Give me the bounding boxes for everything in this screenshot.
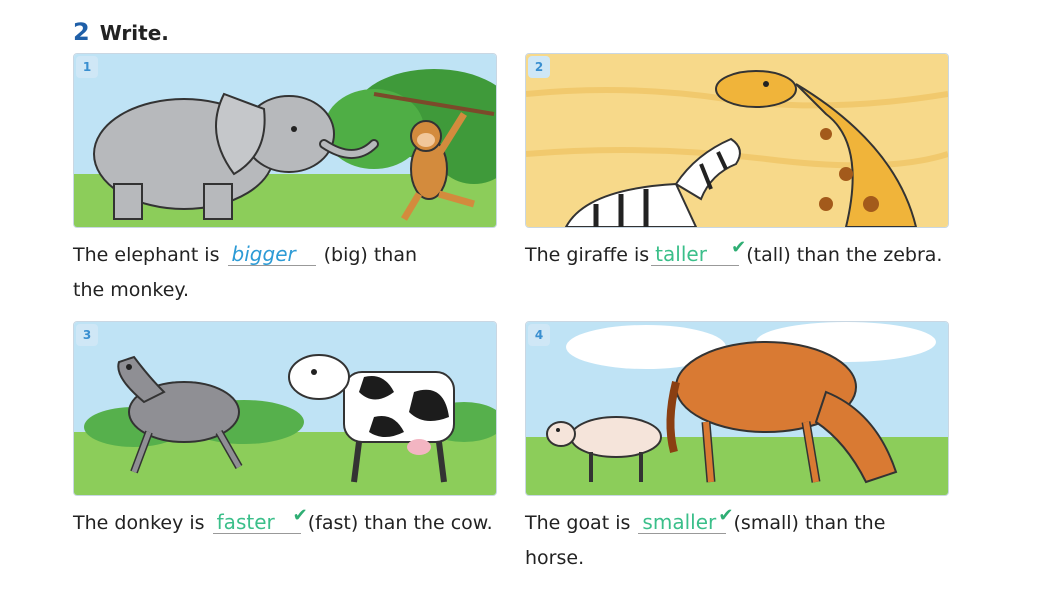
sentence-4: The goat is smaller ✔(small) than the hor… xyxy=(525,505,949,576)
illustration-donkey-cow: 3 xyxy=(73,321,497,496)
sentence-text-before: The donkey is xyxy=(73,512,205,534)
answer-blank-2[interactable]: taller xyxy=(651,243,740,266)
answer-blank-3[interactable]: faster xyxy=(212,511,301,534)
illustration-giraffe-zebra: 2 xyxy=(525,53,949,228)
panel-number-badge: 1 xyxy=(76,56,98,78)
panel-number-badge: 3 xyxy=(76,324,98,346)
sentence-2: The giraffe is taller ✔(tall) than the zeb… xyxy=(525,237,949,273)
exercise-number: 2 xyxy=(73,18,90,46)
exercise-2: 2 The giraffe is taller ✔(tall) than the z… xyxy=(525,53,949,273)
sentence-1: The elephant is bigger (big) than the mo… xyxy=(73,238,497,308)
panel-number-badge: 2 xyxy=(528,56,550,78)
sentence-text-before: The elephant is xyxy=(73,244,220,266)
sentence-text-line2: the monkey. xyxy=(73,279,189,301)
exercise-4: 4 The goat is smaller ✔(small) than the h… xyxy=(525,321,949,576)
check-icon: ✔ xyxy=(292,505,308,526)
sentence-text-before: The giraffe is xyxy=(525,244,650,266)
exercise-title: Write. xyxy=(99,21,169,45)
sentence-text-after: (fast) than the cow. xyxy=(307,512,493,534)
answer-blank-1[interactable]: bigger xyxy=(227,243,316,266)
sentence-text-before: The goat is xyxy=(525,512,631,534)
sentence-text-after: (big) than xyxy=(323,244,418,266)
panel-number-badge: 4 xyxy=(528,324,550,346)
check-icon: ✔ xyxy=(731,237,747,258)
illustration-elephant-monkey: 1 xyxy=(73,53,497,228)
exercise-1: 1 The elephant is bigger (big) than the … xyxy=(73,53,497,308)
exercise-heading: 2 Write. xyxy=(73,18,169,46)
check-icon: ✔ xyxy=(718,505,734,526)
answer-blank-4[interactable]: smaller xyxy=(638,511,727,534)
exercise-3: 3 The donkey is faster ✔(fast) than the c… xyxy=(73,321,497,541)
sentence-3: The donkey is faster ✔(fast) than the cow… xyxy=(73,505,497,541)
illustration-goat-horse: 4 xyxy=(525,321,949,496)
sentence-text-after: (tall) than the zebra. xyxy=(746,244,943,266)
